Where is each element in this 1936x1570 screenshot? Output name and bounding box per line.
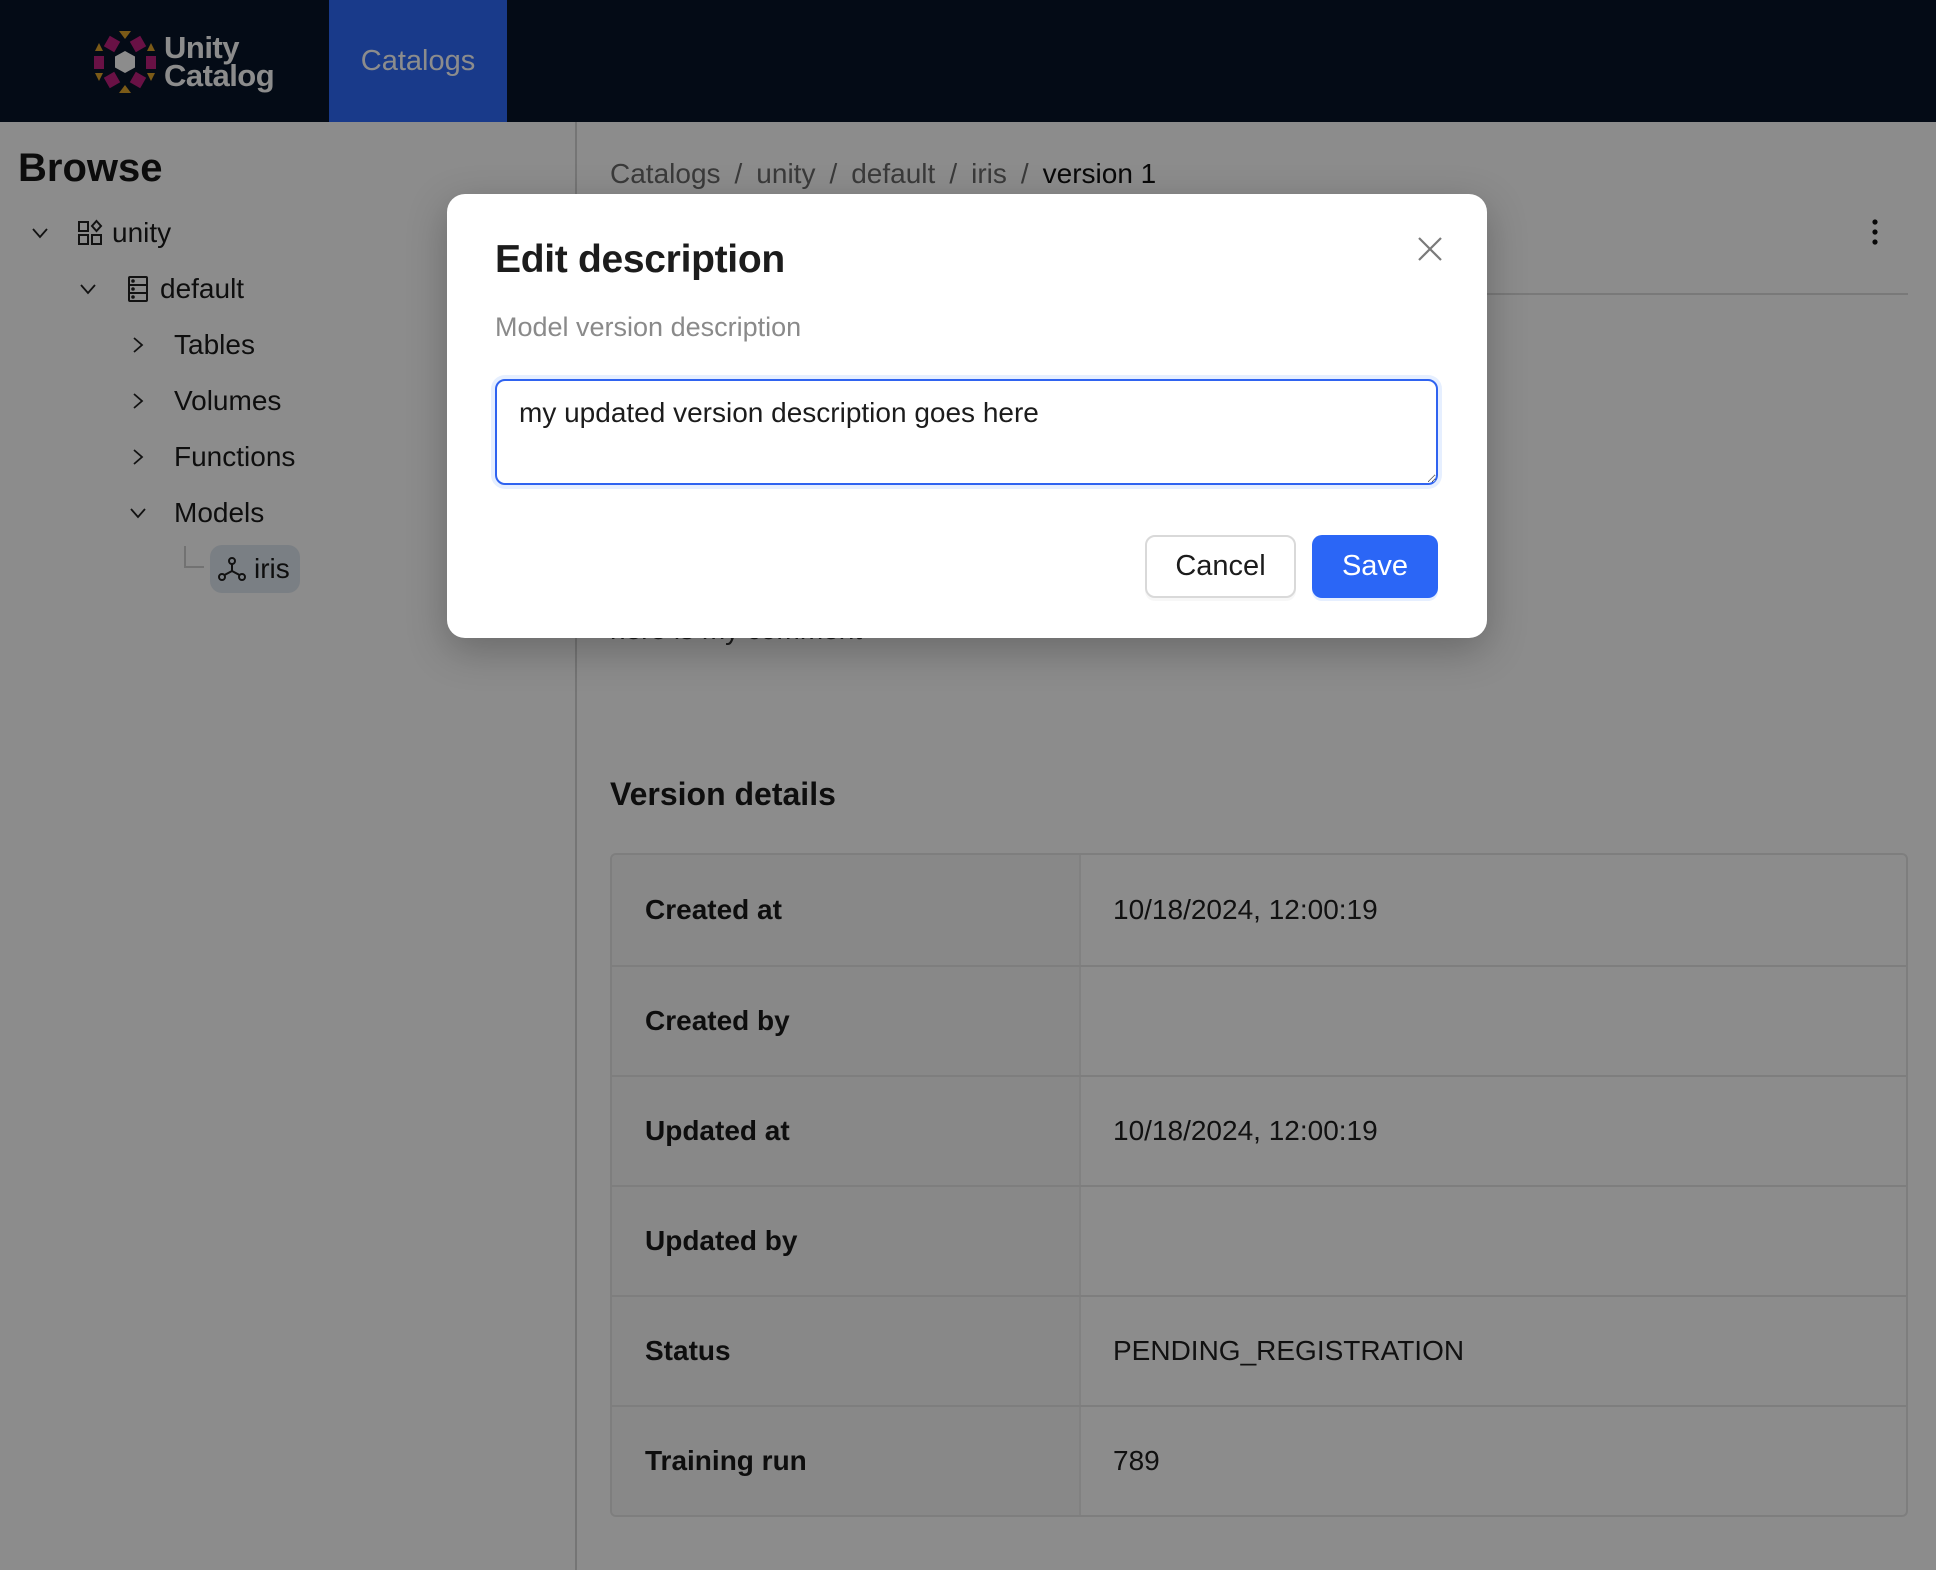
dialog-subtitle: Model version description <box>495 312 802 342</box>
description-textarea[interactable]: my updated version description goes here <box>495 379 1438 485</box>
dialog-title: Edit description <box>495 238 785 281</box>
save-button[interactable]: Save <box>1312 535 1438 598</box>
cancel-button[interactable]: Cancel <box>1145 535 1296 598</box>
description-textarea-container: my updated version description goes here <box>495 379 1438 485</box>
close-icon[interactable] <box>1415 234 1445 264</box>
edit-description-dialog: Edit description Model version descripti… <box>447 194 1487 638</box>
